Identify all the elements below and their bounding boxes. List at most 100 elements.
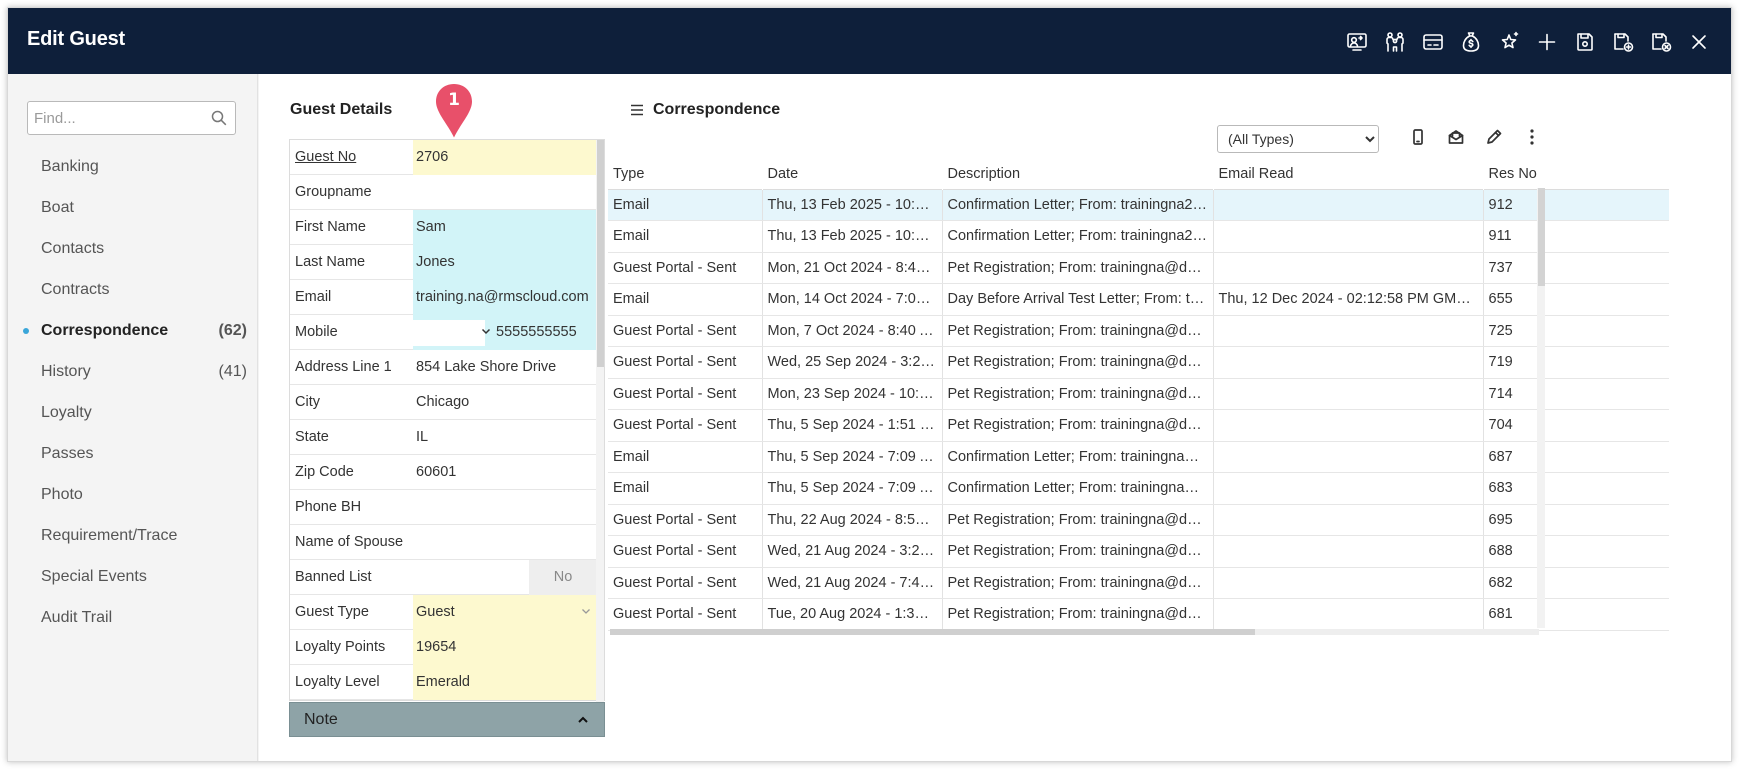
table-row[interactable]: Guest Portal - Sent Wed, 21 Aug 2024 - 7:… — [608, 567, 1669, 599]
table-row[interactable]: Guest Portal - Sent Tue, 20 Aug 2024 - 1:… — [608, 598, 1669, 631]
family-icon[interactable] — [1379, 26, 1411, 58]
sidebar-item-boat[interactable]: Boat — [8, 187, 258, 228]
table-row[interactable]: Guest Portal - Sent Mon, 21 Oct 2024 - 8:… — [608, 252, 1669, 284]
cell-description: Pet Registration; From: trainingna@demo.… — [942, 567, 1214, 599]
card-icon[interactable] — [1417, 26, 1449, 58]
sidebar-item-history[interactable]: History (41) — [8, 351, 258, 392]
correspondence-actions — [1399, 120, 1551, 154]
correspondence-grid: Type Date Description Email Read Res No … — [608, 159, 1669, 700]
cell-description: Pet Registration; From: trainingna@demo.… — [942, 504, 1214, 536]
table-row[interactable]: Guest Portal - Sent Mon, 7 Oct 2024 - 8:4… — [608, 315, 1669, 347]
note-section-header[interactable]: Note — [289, 702, 605, 737]
guest-transfer-icon[interactable] — [1341, 26, 1373, 58]
table-row[interactable]: Email Thu, 13 Feb 2025 - 10:35 AM Confirma… — [608, 220, 1669, 253]
more-options-button[interactable] — [1513, 120, 1551, 154]
table-row[interactable]: Email Thu, 13 Feb 2025 - 10:37 AM Confirma… — [608, 188, 1669, 221]
cell-res-no: 682 — [1483, 567, 1669, 599]
country-code-select[interactable] — [413, 320, 485, 346]
field-label[interactable]: Guest No — [295, 140, 356, 175]
sidebar-item-correspondence[interactable]: Correspondence (62) — [8, 310, 258, 351]
sidebar-item-photo[interactable]: Photo — [8, 474, 258, 515]
cell-res-no: 737 — [1483, 252, 1669, 284]
mobile-phone-icon — [1413, 129, 1423, 145]
cell-email-read — [1213, 441, 1484, 473]
email-input[interactable]: training.na@rmscloud.com — [413, 280, 597, 315]
table-row[interactable]: Guest Portal - Sent Thu, 5 Sep 2024 - 1:5… — [608, 409, 1669, 442]
type-filter-select[interactable]: (All Types) — [1217, 125, 1379, 153]
table-row[interactable]: Guest Portal - Sent Wed, 25 Sep 2024 - 3:… — [608, 346, 1669, 379]
table-row[interactable]: Guest Portal - Sent Thu, 22 Aug 2024 - 8:… — [608, 504, 1669, 536]
chevron-down-icon[interactable] — [580, 605, 592, 617]
column-header-email-read[interactable]: Email Read — [1213, 159, 1484, 189]
sidebar-item-count: (41) — [218, 363, 247, 380]
correspondence-title: Correspondence — [653, 101, 781, 118]
sidebar-item-label: Contacts — [41, 240, 105, 257]
field-first-name: First Name Sam — [290, 210, 604, 245]
form-scrollbar-thumb[interactable] — [597, 140, 604, 367]
city-input[interactable]: Chicago — [413, 385, 597, 420]
edit-button[interactable] — [1475, 120, 1513, 154]
cell-email-read — [1213, 567, 1484, 599]
field-loyalty-level: Loyalty Level Emerald — [290, 665, 604, 700]
column-header-date[interactable]: Date — [762, 159, 943, 189]
guest-type-select[interactable]: Guest — [413, 595, 597, 630]
field-label: Zip Code — [295, 464, 354, 480]
cell-type: Guest Portal - Sent — [608, 409, 763, 442]
cell-description: Pet Registration; From: trainingna@demo.… — [942, 346, 1214, 379]
save-icon[interactable] — [1569, 26, 1601, 58]
sidebar-item-passes[interactable]: Passes — [8, 433, 258, 474]
table-row[interactable]: Guest Portal - Sent Mon, 23 Sep 2024 - 10… — [608, 378, 1669, 410]
last-name-input[interactable]: Jones — [413, 245, 597, 280]
cell-type: Guest Portal - Sent — [608, 252, 763, 284]
sidebar-item-contracts[interactable]: Contracts — [8, 269, 258, 310]
sidebar-item-audit-trail[interactable]: Audit Trail — [8, 597, 258, 638]
email-button[interactable] — [1437, 120, 1475, 154]
table-row[interactable]: Email Mon, 14 Oct 2024 - 7:00 PM Day Befor… — [608, 283, 1669, 316]
save-and-close-icon[interactable] — [1645, 26, 1677, 58]
column-header-description[interactable]: Description — [942, 159, 1214, 189]
sparkle-icon[interactable] — [1493, 26, 1525, 58]
address-line-1-input[interactable]: 854 Lake Shore Drive — [413, 350, 597, 385]
field-label: Name of Spouse — [295, 534, 404, 550]
table-row[interactable]: Email Thu, 5 Sep 2024 - 7:09 AM Confirmati… — [608, 441, 1669, 473]
groupname-value[interactable] — [413, 175, 597, 210]
table-row[interactable]: Email Thu, 5 Sep 2024 - 7:09 AM Confirmati… — [608, 472, 1669, 505]
column-header-res-no[interactable]: Res No — [1483, 159, 1669, 189]
hamburger-menu-icon[interactable] — [630, 103, 644, 117]
find-input[interactable] — [28, 102, 198, 134]
guest-no-value[interactable]: 2706 — [413, 140, 597, 175]
field-label: Guest Type — [295, 604, 369, 620]
cell-type: Email — [608, 441, 763, 473]
sidebar-item-special-events[interactable]: Special Events — [8, 556, 258, 597]
field-phone-bh: Phone BH — [290, 490, 604, 525]
close-icon[interactable] — [1683, 26, 1715, 58]
search-icon[interactable] — [211, 110, 227, 126]
cell-email-read — [1213, 315, 1484, 347]
cell-date: Tue, 20 Aug 2024 - 1:34 PM — [762, 598, 943, 631]
sidebar-item-banking[interactable]: Banking — [8, 146, 258, 187]
chevron-up-icon[interactable] — [576, 713, 590, 727]
first-name-input[interactable]: Sam — [413, 210, 597, 245]
save-and-new-icon[interactable] — [1607, 26, 1639, 58]
column-header-type[interactable]: Type — [608, 159, 763, 189]
add-icon[interactable] — [1531, 26, 1563, 58]
cell-res-no: 687 — [1483, 441, 1669, 473]
field-label: Groupname — [295, 184, 372, 200]
sidebar-item-contacts[interactable]: Contacts — [8, 228, 258, 269]
mobile-input[interactable]: 5555555555 — [496, 315, 577, 350]
chevron-down-icon[interactable] — [480, 325, 492, 337]
sidebar-item-loyalty[interactable]: Loyalty — [8, 392, 258, 433]
name-of-spouse-input[interactable] — [413, 525, 597, 560]
grid-horizontal-scrollbar-thumb[interactable] — [610, 629, 1255, 635]
sms-button[interactable] — [1399, 120, 1437, 154]
money-bag-icon[interactable] — [1455, 26, 1487, 58]
zip-code-input[interactable]: 60601 — [413, 455, 597, 490]
phone-bh-input[interactable] — [413, 490, 597, 525]
banned-list-toggle[interactable]: No — [529, 560, 597, 595]
cell-type: Guest Portal - Sent — [608, 535, 763, 568]
sidebar-item-requirement-trace[interactable]: Requirement/Trace — [8, 515, 258, 556]
grid-vertical-scrollbar-thumb[interactable] — [1538, 188, 1545, 286]
table-row[interactable]: Guest Portal - Sent Wed, 21 Aug 2024 - 3:… — [608, 535, 1669, 568]
state-input[interactable]: IL — [413, 420, 597, 455]
field-label: State — [295, 429, 329, 445]
